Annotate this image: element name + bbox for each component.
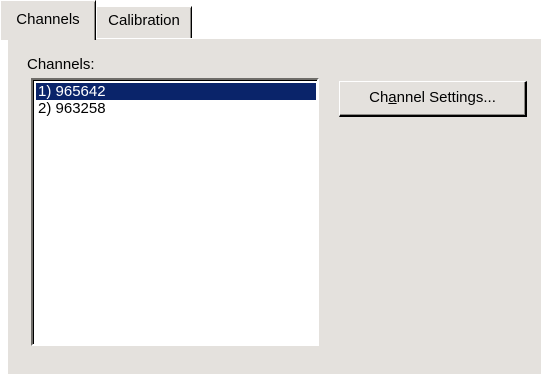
tab-calibration[interactable]: Calibration [96, 6, 192, 38]
list-item-label: 1) 965642 [38, 83, 106, 100]
channel-settings-button[interactable]: Channel Settings... [339, 81, 527, 117]
list-item-label: 2) 963258 [38, 100, 106, 117]
tab-calibration-label: Calibration [108, 12, 180, 29]
dialog-window: Channels Calibration Channels: 1) 965642… [0, 0, 541, 374]
channel-settings-mnemonic: a [388, 89, 397, 106]
channels-listbox[interactable]: 1) 965642 2) 963258 [31, 78, 319, 346]
tab-channels[interactable]: Channels [0, 0, 96, 40]
channels-label: Channels: [27, 56, 95, 73]
list-item[interactable]: 1) 965642 [36, 83, 316, 100]
tab-channels-label: Channels [16, 11, 80, 28]
channel-settings-label-end: nnel Settings... [396, 89, 496, 106]
channel-settings-label-start: Ch [369, 89, 389, 106]
list-item[interactable]: 2) 963258 [36, 100, 316, 117]
